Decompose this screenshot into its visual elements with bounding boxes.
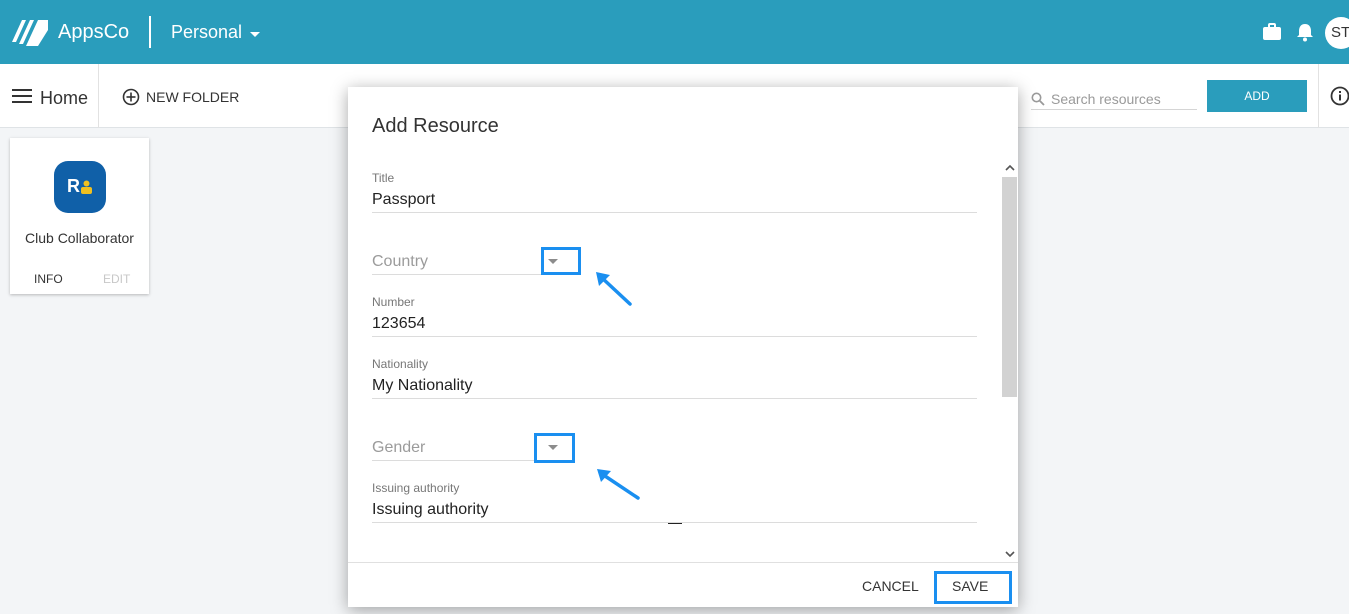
issuing-authority-field[interactable]: Issuing authority: [372, 501, 489, 519]
title-field-label: Title: [372, 171, 395, 185]
number-field-label: Number: [372, 295, 415, 309]
title-underline: [372, 212, 977, 213]
annotation-arrow-icon-2: [597, 469, 640, 500]
text-cursor-mark: [668, 523, 682, 524]
nationality-field[interactable]: My Nationality: [372, 377, 472, 395]
add-resource-dialog: Add Resource Title Passport Country Numb…: [348, 87, 1018, 607]
annotation-arrow-icon: [596, 272, 632, 306]
dialog-title: Add Resource: [372, 115, 499, 137]
cancel-button[interactable]: CANCEL: [862, 578, 919, 594]
issuing-authority-label: Issuing authority: [372, 481, 460, 495]
scrollbar-thumb[interactable]: [1002, 177, 1017, 397]
country-select[interactable]: Country: [372, 253, 428, 271]
dialog-footer-divider: [348, 562, 1018, 563]
save-button[interactable]: SAVE: [952, 578, 988, 594]
number-underline: [372, 336, 977, 337]
nationality-underline: [372, 398, 977, 399]
gender-select[interactable]: Gender: [372, 439, 425, 457]
country-dropdown-arrow-icon[interactable]: [548, 259, 558, 264]
country-dropdown-highlight: [541, 247, 581, 275]
title-field[interactable]: Passport: [372, 191, 435, 209]
scroll-up-icon[interactable]: [1005, 164, 1015, 172]
nationality-field-label: Nationality: [372, 357, 429, 371]
number-field[interactable]: 123654: [372, 315, 425, 333]
scroll-down-icon[interactable]: [1005, 550, 1015, 558]
gender-dropdown-arrow-icon[interactable]: [548, 445, 558, 450]
